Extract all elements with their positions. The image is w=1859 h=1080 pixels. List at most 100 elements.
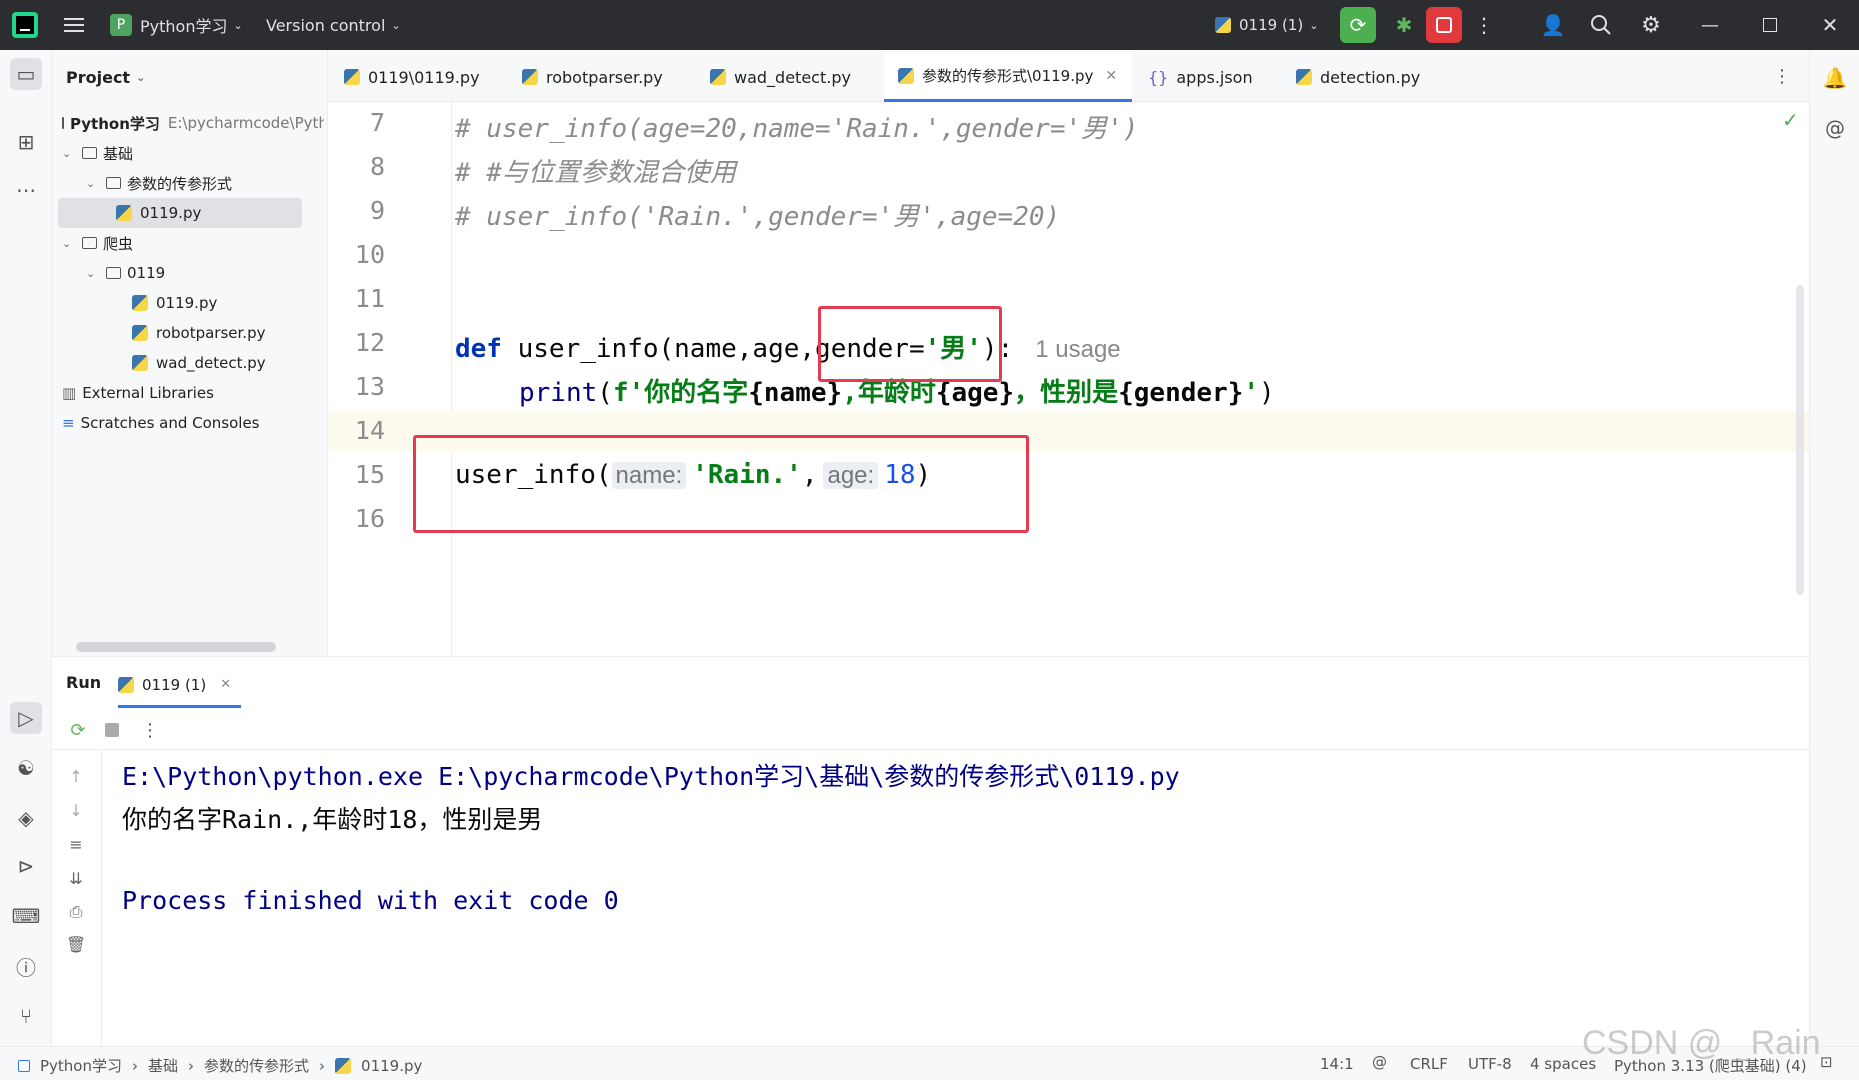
- tree-item-jichu[interactable]: ⌄ 基础: [62, 140, 133, 166]
- close-tab-icon[interactable]: ✕: [1105, 68, 1117, 84]
- tree-item-scratches[interactable]: ≡ Scratches and Consoles: [62, 410, 260, 436]
- notifications-bell-icon[interactable]: 🔔: [1819, 62, 1851, 94]
- rerun-button[interactable]: ⟳: [1340, 7, 1376, 43]
- python-file-icon: [898, 67, 914, 84]
- maximize-icon[interactable]: [1750, 10, 1790, 40]
- lock-icon[interactable]: ⊡: [1820, 1053, 1833, 1071]
- tree-item-robotparser[interactable]: robotparser.py: [132, 320, 265, 346]
- scroll-up-icon[interactable]: ↑: [62, 762, 90, 790]
- tree-item-canshu-folder[interactable]: ⌄ 参数的传参形式: [86, 170, 232, 196]
- settings-gear-icon[interactable]: ⚙: [1636, 10, 1666, 40]
- horizontal-scrollbar[interactable]: [76, 642, 276, 652]
- watermark: CSDN @ _Rain: [1582, 1024, 1821, 1062]
- run-toolbar: [52, 710, 1809, 750]
- tab-robotparser[interactable]: robotparser.py: [508, 52, 696, 102]
- tree-item-label: robotparser.py: [156, 324, 266, 342]
- project-panel-header[interactable]: Project ⌄: [66, 68, 145, 87]
- more-actions-icon[interactable]: ⋮: [1472, 10, 1496, 40]
- line-separator[interactable]: CRLF: [1410, 1055, 1448, 1073]
- code-line-8: # #与位置参数混合使用: [455, 158, 736, 188]
- python-icon: [1215, 17, 1231, 33]
- chevron-right-icon: ›: [188, 1056, 195, 1075]
- stop-icon[interactable]: [98, 716, 126, 744]
- editor-gutter-separator: [451, 102, 452, 656]
- line-number: 11: [354, 284, 385, 313]
- copilot-icon[interactable]: @: [1372, 1053, 1387, 1071]
- services-icon[interactable]: ⊳: [10, 850, 42, 882]
- module-icon: [18, 1059, 30, 1072]
- no-problems-check-icon[interactable]: ✓: [1782, 108, 1799, 132]
- breadcrumb-item[interactable]: Python学习: [40, 1055, 122, 1076]
- run-config-selector[interactable]: 0119 (1) ⌄: [1215, 12, 1318, 38]
- print-icon[interactable]: ⎙: [62, 898, 90, 926]
- caret-position[interactable]: 14:1: [1320, 1055, 1354, 1073]
- ai-assistant-icon[interactable]: @: [1819, 112, 1851, 144]
- chevron-down-icon: ⌄: [62, 146, 72, 160]
- pycharm-logo-icon[interactable]: [12, 12, 38, 38]
- tree-item-label: 0119.py: [140, 204, 202, 222]
- tree-item-external-libraries[interactable]: ▥ External Libraries: [62, 380, 214, 406]
- tree-item-0119-py[interactable]: 0119.py: [132, 290, 217, 316]
- left-tool-strip: ▭ ⊞ ⋯ ▷ ☯ ◈ ⊳ ⌨ ⓘ ⑂: [0, 50, 52, 1046]
- tab-detection[interactable]: detection.py: [1282, 52, 1462, 102]
- soft-wrap-icon[interactable]: ≡: [62, 830, 90, 858]
- scroll-to-end-icon[interactable]: ⇊: [62, 864, 90, 892]
- python-file-icon: [132, 295, 148, 311]
- close-window-icon[interactable]: ✕: [1810, 10, 1850, 40]
- project-folder-icon[interactable]: ▭: [10, 58, 42, 90]
- problems-icon[interactable]: ⓘ: [10, 950, 42, 982]
- run-tool-icon[interactable]: ▷: [10, 702, 42, 734]
- trash-icon[interactable]: 🗑: [62, 930, 90, 958]
- search-icon[interactable]: [1586, 10, 1616, 40]
- rerun-icon[interactable]: ⟳: [64, 716, 92, 744]
- tree-item-label: External Libraries: [82, 384, 214, 402]
- chevron-down-icon: ⌄: [1309, 18, 1319, 32]
- run-tab[interactable]: 0119 (1) ✕: [118, 664, 242, 708]
- breadcrumb-item[interactable]: 参数的传参形式: [204, 1055, 309, 1076]
- project-selector[interactable]: P Python学习 ⌄: [110, 12, 243, 38]
- layers-icon[interactable]: ◈: [10, 802, 42, 834]
- scroll-down-icon[interactable]: ↓: [62, 796, 90, 824]
- file-encoding[interactable]: UTF-8: [1468, 1055, 1512, 1073]
- tree-root[interactable]: Python学习 E:\pycharmcode\Pyth: [62, 110, 324, 136]
- fstring-text: ,年龄时: [842, 378, 936, 408]
- python-file-icon: [116, 205, 132, 221]
- tabs-more-icon[interactable]: ⋮: [1770, 62, 1794, 90]
- version-control-menu[interactable]: Version control ⌄: [266, 12, 401, 38]
- tree-item-wad-detect[interactable]: wad_detect.py: [132, 350, 266, 376]
- usage-hint[interactable]: 1 usage: [1035, 336, 1120, 363]
- tab-0119-0119[interactable]: 0119\0119.py: [330, 52, 508, 102]
- breadcrumb-item[interactable]: 基础: [148, 1055, 178, 1076]
- stop-button[interactable]: [1426, 7, 1462, 43]
- add-user-icon[interactable]: 👤: [1538, 10, 1568, 40]
- tab-apps-json[interactable]: {} apps.json: [1134, 52, 1294, 102]
- close-tab-icon[interactable]: ✕: [220, 677, 231, 692]
- main-menu-icon[interactable]: [62, 13, 86, 37]
- tree-item-pachong[interactable]: ⌄ 爬虫: [62, 230, 133, 256]
- debug-button[interactable]: ✱: [1386, 7, 1422, 43]
- tree-item-0119-folder[interactable]: ⌄ 0119: [86, 260, 165, 286]
- minimize-icon[interactable]: —: [1690, 10, 1730, 40]
- more-tools-icon[interactable]: ⋯: [10, 174, 42, 206]
- run-more-icon[interactable]: ⋮: [136, 716, 164, 744]
- library-icon: ▥: [62, 384, 77, 402]
- tab-wad-detect[interactable]: wad_detect.py: [696, 52, 882, 102]
- annotation-box-function-call: [413, 435, 1029, 533]
- project-badge: P: [110, 14, 132, 36]
- tab-canshu-0119-active[interactable]: 参数的传参形式\0119.py ✕: [884, 52, 1132, 102]
- tree-item-label: 基础: [103, 144, 134, 163]
- line-number: 7: [369, 108, 385, 137]
- run-panel-title: Run: [66, 673, 102, 692]
- python-file-icon: [1296, 69, 1312, 85]
- tree-item-0119-selected[interactable]: 0119.py: [58, 198, 302, 228]
- structure-icon[interactable]: ⊞: [10, 126, 42, 158]
- python-file-icon: [335, 1057, 352, 1074]
- git-branch-icon[interactable]: ⑂: [10, 1000, 42, 1032]
- terminal-icon[interactable]: ⌨: [10, 900, 42, 932]
- python-file-icon: [344, 69, 360, 85]
- python-console-icon[interactable]: ☯: [10, 752, 42, 784]
- tab-label: wad_detect.py: [734, 67, 851, 87]
- tree-item-label: 0119.py: [156, 294, 218, 312]
- editor-vertical-scrollbar[interactable]: [1796, 285, 1804, 595]
- breadcrumb-item[interactable]: 0119.py: [361, 1057, 422, 1075]
